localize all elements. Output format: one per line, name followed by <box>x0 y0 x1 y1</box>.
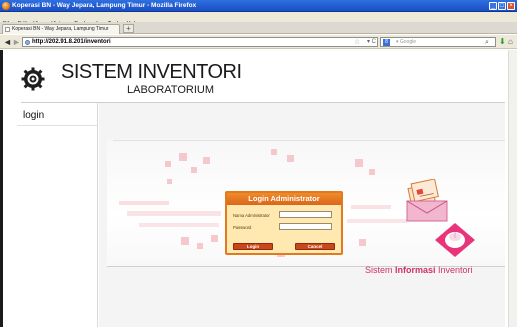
decor-pixel <box>271 149 277 155</box>
login-header: Login Administrator <box>227 193 341 205</box>
page-favicon-icon <box>5 27 10 32</box>
decor-pixel <box>179 153 187 161</box>
bookmark-star-icon[interactable]: ☆ <box>354 38 360 47</box>
decor-pixel <box>287 155 294 162</box>
decor-pixel <box>181 237 189 245</box>
username-label: Nama Administrator <box>233 213 270 218</box>
reload-icon[interactable]: ▾ C <box>367 38 376 47</box>
system-tagline: Sistem Informasi Inventori <box>365 265 473 276</box>
decor-pixel <box>197 243 203 249</box>
window-titlebar[interactable]: Koperasi BN - Way Jepara, Lampung Timur … <box>0 0 517 12</box>
tab-label: Koperasi BN - Way Jepara, Lampung Timur <box>12 26 109 32</box>
scrollbar[interactable] <box>508 50 517 327</box>
decor-pixel <box>369 169 375 175</box>
login-form: Login Administrator Nama Administrator P… <box>225 191 343 255</box>
minimize-button[interactable]: _ <box>489 2 497 10</box>
search-engine-icon[interactable]: 8 <box>383 39 390 46</box>
search-box[interactable]: 8 ▾ Google ⌕ <box>380 37 496 47</box>
page-content: SISTEM INVENTORI LABORATORIUM login Logi… <box>0 50 517 327</box>
login-banner: Login Administrator Nama Administrator P… <box>107 139 505 275</box>
decor-pixel <box>347 219 407 223</box>
login-button[interactable]: Login <box>233 243 273 250</box>
tab-strip: Koperasi BN - Way Jepara, Lampung Timur … <box>0 22 517 34</box>
sidebar-divider <box>17 125 98 126</box>
search-placeholder: ▾ Google <box>396 39 417 45</box>
mail-envelope-icon <box>406 179 448 222</box>
decor-pixel <box>355 159 363 167</box>
tab-koperasi[interactable]: Koperasi BN - Way Jepara, Lampung Timur <box>2 24 120 34</box>
decor-pixel <box>119 201 169 205</box>
banner-divider <box>113 140 505 141</box>
maximize-button[interactable]: □ <box>498 2 506 10</box>
decor-pixel <box>165 161 171 167</box>
decor-pixel <box>211 235 218 242</box>
decor-pixel <box>167 179 172 184</box>
computer-mouse-icon <box>435 223 475 257</box>
username-field[interactable] <box>279 211 332 218</box>
firefox-icon <box>2 2 10 10</box>
decor-pixel <box>191 167 197 173</box>
address-bar[interactable]: http://202.91.8.201/inventori ☆ ▾ C <box>22 37 378 47</box>
tagline-part3: Inventori <box>435 265 473 275</box>
decor-pixel <box>351 205 391 209</box>
site-globe-icon <box>25 40 30 45</box>
navigation-bar: ◄ ► http://202.91.8.201/inventori ☆ ▾ C … <box>0 35 517 49</box>
tagline-part1: Sistem <box>365 265 396 275</box>
search-icon[interactable]: ⌕ <box>485 38 489 47</box>
password-label: Password <box>233 225 252 230</box>
logo-subtitle: LABORATORIUM <box>127 84 214 96</box>
sidebar-item-login[interactable]: login <box>23 110 44 122</box>
decor-pixel <box>203 157 210 164</box>
cancel-button[interactable]: Cancel <box>295 243 335 250</box>
url-text[interactable]: http://202.91.8.201/inventori <box>32 38 111 47</box>
menu-bar: FileEditViewHistoryBookmarksToolsHelp <box>0 12 517 27</box>
main-panel: Login Administrator Nama Administrator P… <box>99 103 505 327</box>
back-arrow-icon[interactable]: ◄ <box>3 37 12 47</box>
forward-arrow-icon[interactable]: ► <box>12 37 21 47</box>
password-field[interactable] <box>279 223 332 230</box>
window-title: Koperasi BN - Way Jepara, Lampung Timur … <box>12 2 197 9</box>
decor-pixel <box>139 223 219 227</box>
home-icon[interactable]: ⌂ <box>508 36 513 47</box>
sidebar: login <box>17 103 98 327</box>
close-button[interactable]: × <box>507 2 515 10</box>
browser-screen: Koperasi BN - Way Jepara, Lampung Timur … <box>0 0 517 327</box>
new-tab-button[interactable]: + <box>123 24 134 33</box>
login-title: Login Administrator <box>248 194 320 203</box>
logo-title: SISTEM INVENTORI <box>61 61 242 83</box>
decor-pixel <box>359 239 366 246</box>
tagline-part2: Informasi <box>395 265 436 275</box>
download-icon[interactable]: ⬇ <box>499 36 506 47</box>
gear-emblem-icon <box>21 67 45 91</box>
decor-pixel <box>127 211 221 216</box>
